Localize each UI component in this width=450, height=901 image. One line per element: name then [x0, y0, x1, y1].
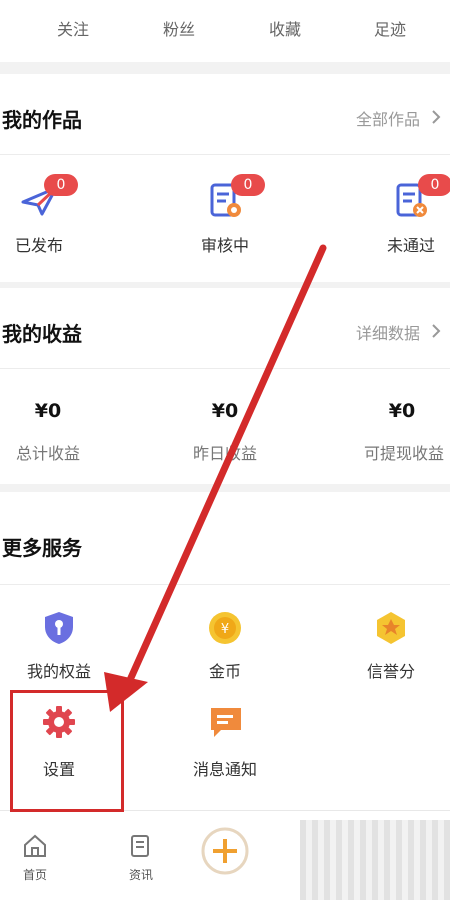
svg-text:¥: ¥ — [221, 622, 229, 637]
settings-highlight-box — [10, 690, 124, 812]
works-title: 我的作品 — [2, 108, 82, 132]
withdrawable-earnings-value: ¥0 — [388, 400, 416, 422]
works-card: 我的作品 全部作品 0 已发布 0 审核中 0 未通过 — [0, 74, 450, 282]
published-item[interactable]: 已发布 — [0, 232, 94, 256]
yesterday-earnings-value: ¥0 — [211, 400, 239, 422]
earnings-card: 我的收益 详细数据 ¥0 总计收益 ¥0 昨日收益 ¥0 可提现收益 — [0, 288, 450, 484]
publish-plus-button[interactable] — [201, 827, 249, 875]
coins-item[interactable]: 金币 — [170, 658, 280, 682]
withdrawable-earnings-label: 可提现收益 — [363, 444, 444, 463]
reviewing-count-badge: 0 — [231, 174, 265, 196]
favorites-link[interactable]: 收藏 — [269, 16, 301, 40]
yesterday-earnings-label: 昨日收益 — [192, 444, 257, 463]
total-earnings-label: 总计收益 — [15, 444, 80, 463]
published-count-badge: 0 — [44, 174, 78, 196]
footprint-link[interactable]: 足迹 — [374, 16, 406, 40]
detail-data-link[interactable]: 详细数据 — [356, 320, 420, 344]
pixelated-area — [300, 820, 450, 900]
earnings-title: 我的收益 — [2, 322, 82, 346]
nav-news[interactable]: 资讯 — [111, 866, 171, 883]
my-rights-item[interactable]: 我的权益 — [4, 658, 114, 682]
message-icon — [211, 708, 241, 737]
stats-bar: 关注 粉丝 收藏 足迹 — [0, 0, 450, 62]
shield-key-icon — [45, 612, 73, 644]
message-notifications-item[interactable]: 消息通知 — [170, 756, 280, 780]
news-icon — [131, 835, 149, 857]
nav-home[interactable]: 首页 — [5, 866, 65, 883]
total-earnings-value: ¥0 — [34, 400, 62, 422]
fans-link[interactable]: 粉丝 — [163, 16, 195, 40]
services-title: 更多服务 — [2, 536, 82, 560]
coin-icon: ¥ — [209, 612, 241, 644]
all-works-link[interactable]: 全部作品 — [356, 106, 420, 130]
home-icon — [24, 834, 46, 857]
reviewing-item[interactable]: 审核中 — [170, 232, 280, 256]
credit-score-item[interactable]: 信誉分 — [336, 658, 446, 682]
follow-link[interactable]: 关注 — [57, 16, 89, 40]
credit-badge-icon — [377, 612, 405, 644]
rejected-item[interactable]: 未通过 — [356, 232, 450, 256]
chevron-right-icon — [432, 110, 441, 124]
chevron-right-icon — [432, 324, 441, 338]
rejected-count-badge: 0 — [418, 174, 450, 196]
